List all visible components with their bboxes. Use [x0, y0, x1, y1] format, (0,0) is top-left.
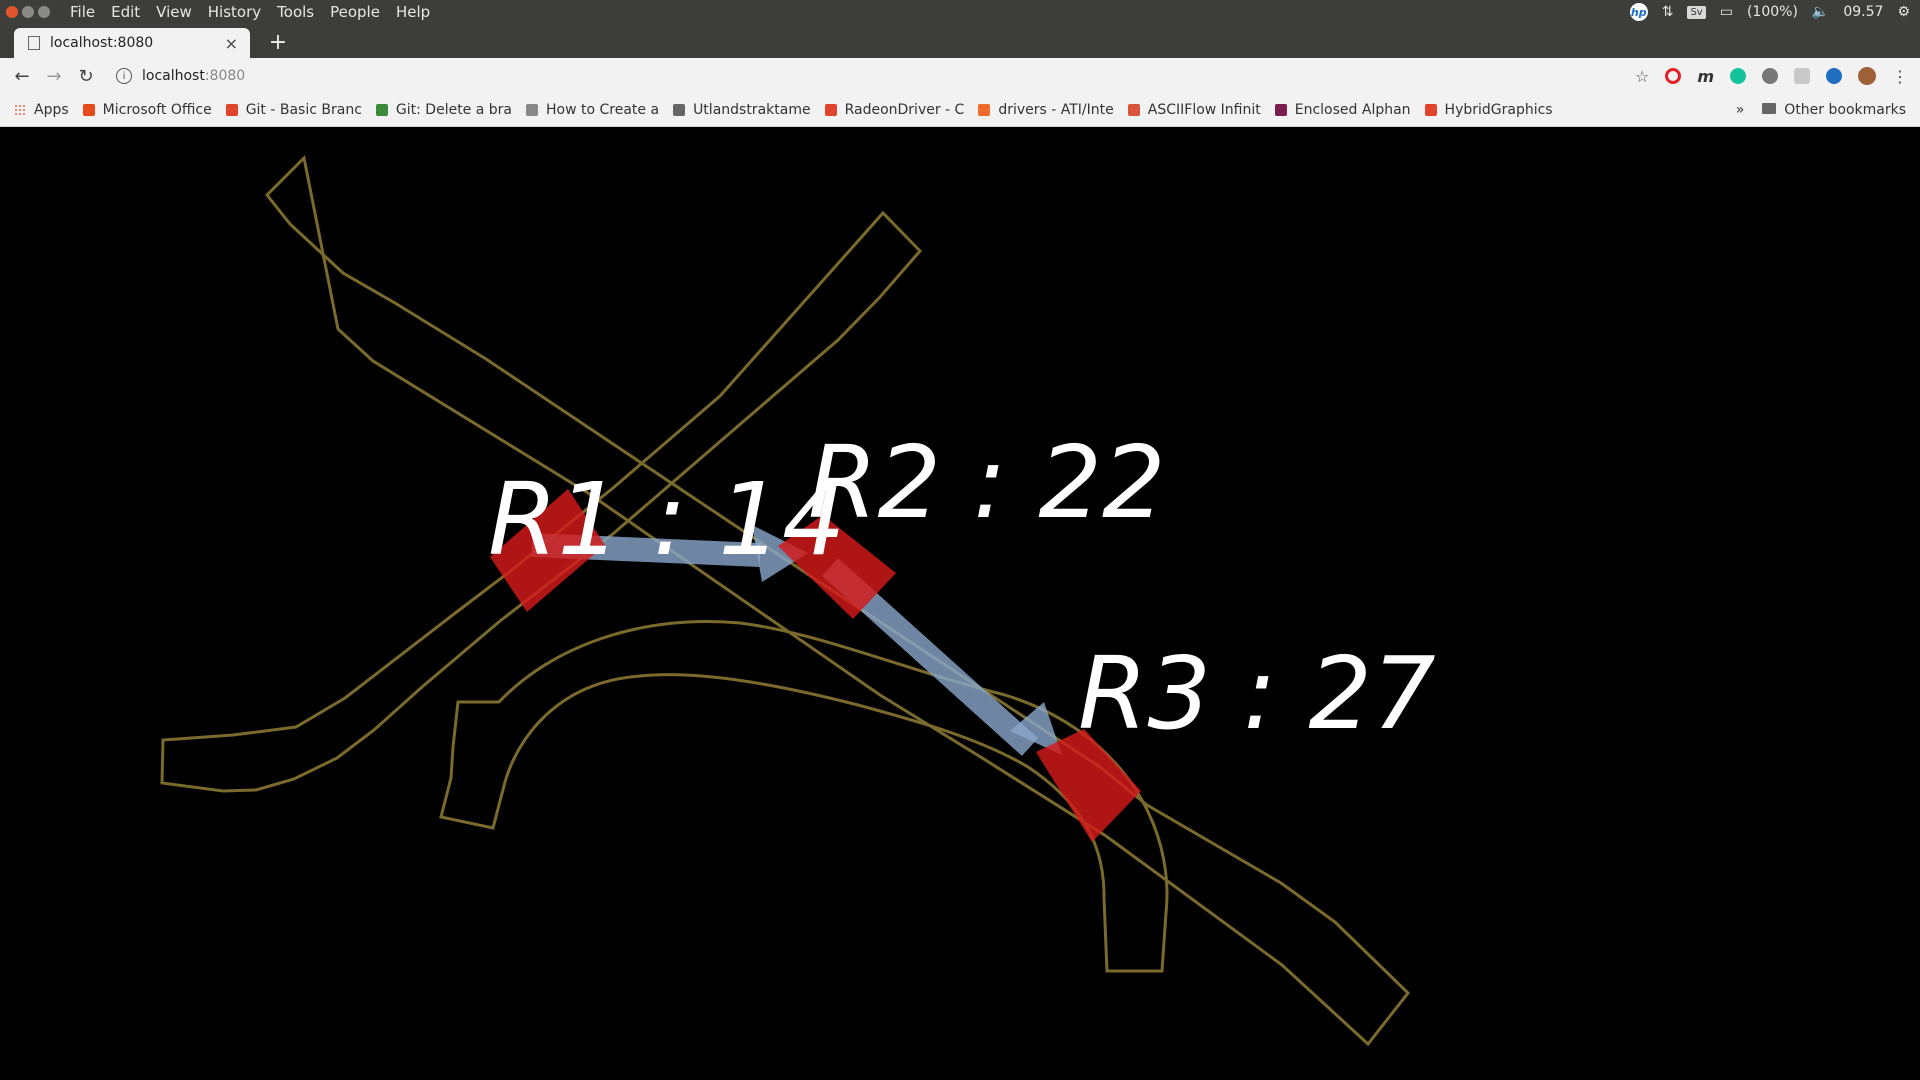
road-scene: R1 : 14 R2 : 22 R3 : 27 [160, 154, 1436, 1047]
menu-edit[interactable]: Edit [103, 3, 148, 21]
bookmark-item[interactable]: RadeonDriver - C [824, 102, 965, 118]
region-label-r2: R2 : 22 [808, 424, 1166, 541]
menu-history[interactable]: History [200, 3, 269, 21]
m-extension-icon[interactable]: m [1697, 67, 1714, 86]
new-tab-button[interactable]: + [266, 28, 290, 56]
bookmark-favicon-icon [1274, 104, 1287, 116]
forward-icon[interactable]: → [38, 66, 70, 87]
bookmark-label: RadeonDriver - C [844, 102, 965, 118]
bookmark-item[interactable]: How to Create a [526, 102, 659, 118]
reload-icon[interactable]: ↻ [70, 66, 102, 87]
tab-strip: localhost:8080 × + [0, 24, 1920, 58]
bookmark-favicon-icon [82, 104, 95, 116]
bookmark-favicon-icon [1127, 104, 1140, 116]
bookmark-item[interactable]: Git - Basic Branc [225, 102, 362, 118]
bookmark-item[interactable]: Microsoft Office [82, 102, 212, 118]
other-bookmarks[interactable]: Other bookmarks [1762, 102, 1906, 118]
bookmark-label: HybridGraphics [1444, 102, 1553, 118]
maximize-window-icon[interactable] [38, 6, 50, 18]
bookmark-label: Microsoft Office [102, 102, 212, 118]
back-icon[interactable]: ← [6, 66, 38, 87]
bookmark-label: Git - Basic Branc [245, 102, 362, 118]
volume-icon[interactable]: 🔈 [1812, 4, 1829, 20]
bookmark-favicon-icon [225, 104, 238, 116]
gear-icon[interactable]: ⚙ [1897, 4, 1910, 20]
bookmark-star-icon[interactable]: ☆ [1635, 67, 1649, 86]
browser-toolbar: ← → ↻ i localhost :8080 ☆ m ⋮ [0, 58, 1920, 94]
menu-help[interactable]: Help [388, 3, 438, 21]
avatar[interactable] [1858, 67, 1876, 85]
bookmark-favicon-icon [1424, 104, 1437, 116]
close-window-icon[interactable] [6, 6, 18, 18]
window-controls [6, 6, 50, 18]
page-icon [28, 36, 40, 50]
menu-people[interactable]: People [322, 3, 388, 21]
bookmark-label: drivers - ATI/Inte [998, 102, 1114, 118]
bookmark-label: ASCIIFlow Infinit [1147, 102, 1261, 118]
region-label-r1: R1 : 14 [488, 461, 846, 578]
other-bookmarks-label: Other bookmarks [1784, 102, 1906, 118]
address-port: :8080 [204, 68, 246, 84]
tab-localhost[interactable]: localhost:8080 × [14, 28, 250, 58]
bookmarks-bar: Apps Microsoft Office Git - Basic Branc Git… [0, 94, 1920, 127]
menu-dots-icon[interactable]: ⋮ [1892, 67, 1908, 86]
bookmark-label: How to Create a [546, 102, 660, 118]
battery-level: (100%) [1746, 4, 1798, 20]
apps-grid-icon [14, 104, 26, 116]
system-tray: hp ⇅ Sv ▭ (100%) 🔈 09.57 ⚙ [1629, 3, 1920, 21]
menu-tools[interactable]: Tools [269, 3, 322, 21]
bookmark-favicon-icon [978, 104, 991, 116]
bookmark-label: Apps [34, 102, 69, 118]
bookmark-favicon-icon [375, 104, 388, 116]
system-menubar: File Edit View History Tools People Help… [0, 0, 1920, 24]
region-label-r3: R3 : 27 [1078, 635, 1436, 752]
extensions-area: ☆ m ⋮ [1635, 67, 1920, 86]
bookmarks-more-icon[interactable]: » [1736, 102, 1745, 118]
bookmark-item[interactable]: Utlandstraktame [673, 102, 811, 118]
bookmark-item[interactable]: Enclosed Alphan [1274, 102, 1411, 118]
bookmark-label: Git: Delete a bra [395, 102, 513, 118]
battery-icon[interactable]: ▭ [1720, 4, 1733, 20]
minimize-window-icon[interactable] [22, 6, 34, 18]
tab-title: localhost:8080 [50, 35, 154, 51]
bookmark-item[interactable]: ASCIIFlow Infinit [1127, 102, 1261, 118]
grammarly-extension-icon[interactable] [1730, 68, 1746, 84]
network-transfer-icon[interactable]: ⇅ [1662, 4, 1674, 20]
bookmark-item[interactable]: Git: Delete a bra [375, 102, 513, 118]
bookmark-item[interactable]: Apps [14, 102, 69, 118]
menu-view[interactable]: View [148, 3, 200, 21]
cast-extension-icon[interactable] [1794, 68, 1810, 84]
folder-icon [1762, 103, 1777, 114]
keyboard-layout-indicator[interactable]: Sv [1687, 5, 1706, 19]
bookmark-item[interactable]: HybridGraphics [1424, 102, 1553, 118]
bookmark-favicon-icon [673, 104, 686, 116]
info-icon[interactable]: i [116, 68, 132, 84]
gear-extension-icon[interactable] [1762, 68, 1778, 84]
address-bar[interactable]: i localhost :8080 [116, 68, 1536, 84]
close-tab-icon[interactable]: × [225, 34, 238, 53]
bookmarks-overflow: » Other bookmarks [1736, 102, 1920, 118]
bookmark-favicon-icon [824, 104, 837, 116]
bookmark-label: Utlandstraktame [693, 102, 811, 118]
canvas-viewport[interactable]: R1 : 14 R2 : 22 R3 : 27 [0, 127, 1920, 1080]
bookmark-label: Enclosed Alphan [1294, 102, 1411, 118]
arc-extension-icon[interactable] [1826, 68, 1842, 84]
opera-extension-icon[interactable] [1665, 68, 1682, 84]
hp-icon[interactable]: hp [1629, 3, 1648, 21]
bookmark-favicon-icon [526, 104, 539, 116]
clock[interactable]: 09.57 [1843, 4, 1883, 20]
bookmark-item[interactable]: drivers - ATI/Inte [978, 102, 1114, 118]
road-curve-outline [439, 620, 1169, 973]
menu-file[interactable]: File [62, 3, 103, 21]
address-host: localhost [142, 68, 205, 84]
